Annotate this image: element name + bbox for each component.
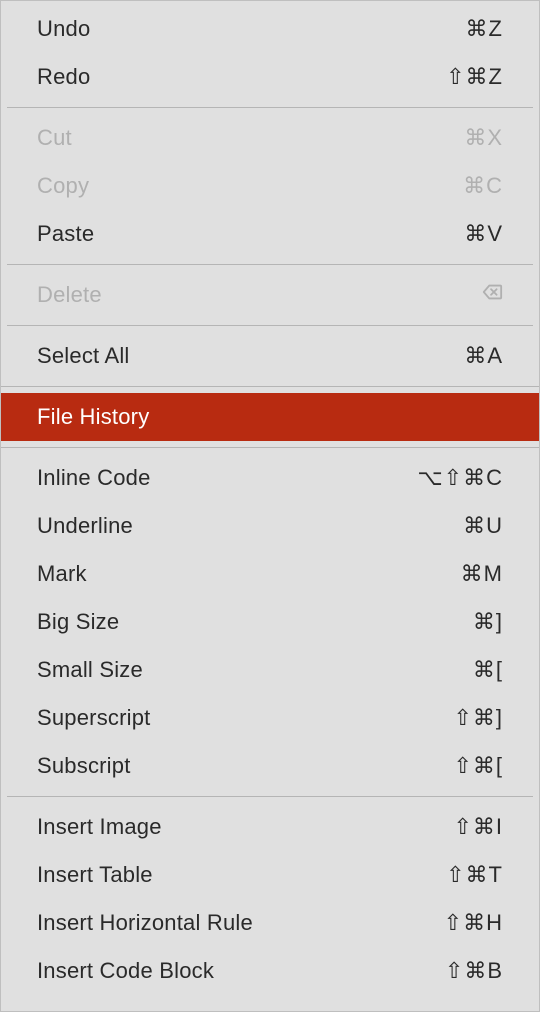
menu-item-label: Big Size — [37, 609, 119, 635]
menu-item-label: Delete — [37, 282, 102, 308]
menu-item-shortcut: ⌘V — [383, 221, 503, 247]
menu-item-shortcut: ⌘X — [383, 125, 503, 151]
menu-item-label: Select All — [37, 343, 130, 369]
menu-item-label: File History — [37, 404, 149, 430]
menu-item-superscript[interactable]: Superscript ⇧⌘] — [1, 694, 539, 742]
menu-item-shortcut: ⌘Z — [383, 16, 503, 42]
menu-item-file-history[interactable]: File History — [1, 393, 539, 441]
menu-item-label: Underline — [37, 513, 133, 539]
menu-separator — [7, 107, 533, 108]
menu-item-big-size[interactable]: Big Size ⌘] — [1, 598, 539, 646]
menu-item-label: Inline Code — [37, 465, 151, 491]
menu-item-undo[interactable]: Undo ⌘Z — [1, 5, 539, 53]
menu-item-shortcut: ⌘U — [383, 513, 503, 539]
menu-item-label: Insert Image — [37, 814, 162, 840]
menu-item-label: Insert Horizontal Rule — [37, 910, 253, 936]
menu-separator — [7, 264, 533, 265]
delete-backspace-icon — [383, 281, 503, 309]
menu-item-shortcut: ⇧⌘Z — [383, 64, 503, 90]
menu-item-paste[interactable]: Paste ⌘V — [1, 210, 539, 258]
menu-item-label: Mark — [37, 561, 87, 587]
menu-item-shortcut: ⇧⌘B — [383, 958, 503, 984]
menu-item-shortcut: ⇧⌘T — [383, 862, 503, 888]
menu-item-label: Insert Code Block — [37, 958, 214, 984]
menu-item-shortcut: ⌘M — [383, 561, 503, 587]
menu-item-label: Undo — [37, 16, 90, 42]
menu-item-insert-horizontal-rule[interactable]: Insert Horizontal Rule ⇧⌘H — [1, 899, 539, 947]
menu-item-select-all[interactable]: Select All ⌘A — [1, 332, 539, 380]
menu-item-small-size[interactable]: Small Size ⌘[ — [1, 646, 539, 694]
menu-item-label: Insert Table — [37, 862, 153, 888]
menu-separator — [1, 447, 539, 448]
menu-item-shortcut: ⇧⌘] — [383, 705, 503, 731]
menu-separator — [1, 386, 539, 387]
menu-item-shortcut: ⌘A — [383, 343, 503, 369]
menu-item-mark[interactable]: Mark ⌘M — [1, 550, 539, 598]
menu-item-shortcut: ⌘] — [383, 609, 503, 635]
menu-item-copy: Copy ⌘C — [1, 162, 539, 210]
menu-separator — [7, 796, 533, 797]
menu-item-label: Redo — [37, 64, 90, 90]
menu-item-label: Small Size — [37, 657, 143, 683]
menu-item-shortcut: ⇧⌘H — [383, 910, 503, 936]
menu-item-cut: Cut ⌘X — [1, 114, 539, 162]
menu-item-shortcut: ⇧⌘I — [383, 814, 503, 840]
menu-item-shortcut: ⌘[ — [383, 657, 503, 683]
menu-item-label: Copy — [37, 173, 89, 199]
menu-item-insert-image[interactable]: Insert Image ⇧⌘I — [1, 803, 539, 851]
menu-item-delete: Delete — [1, 271, 539, 319]
menu-item-redo[interactable]: Redo ⇧⌘Z — [1, 53, 539, 101]
menu-item-label: Superscript — [37, 705, 150, 731]
menu-item-underline[interactable]: Underline ⌘U — [1, 502, 539, 550]
menu-item-insert-code-block[interactable]: Insert Code Block ⇧⌘B — [1, 947, 539, 995]
menu-item-shortcut: ⌘C — [383, 173, 503, 199]
menu-item-label: Cut — [37, 125, 72, 151]
menu-item-subscript[interactable]: Subscript ⇧⌘[ — [1, 742, 539, 790]
menu-item-inline-code[interactable]: Inline Code ⌥⇧⌘C — [1, 454, 539, 502]
context-menu: Undo ⌘Z Redo ⇧⌘Z Cut ⌘X Copy ⌘C Paste ⌘V… — [0, 0, 540, 1012]
menu-item-label: Paste — [37, 221, 94, 247]
menu-item-label: Subscript — [37, 753, 131, 779]
menu-separator — [7, 325, 533, 326]
menu-item-shortcut: ⇧⌘[ — [383, 753, 503, 779]
menu-item-insert-table[interactable]: Insert Table ⇧⌘T — [1, 851, 539, 899]
menu-item-shortcut: ⌥⇧⌘C — [383, 465, 503, 491]
